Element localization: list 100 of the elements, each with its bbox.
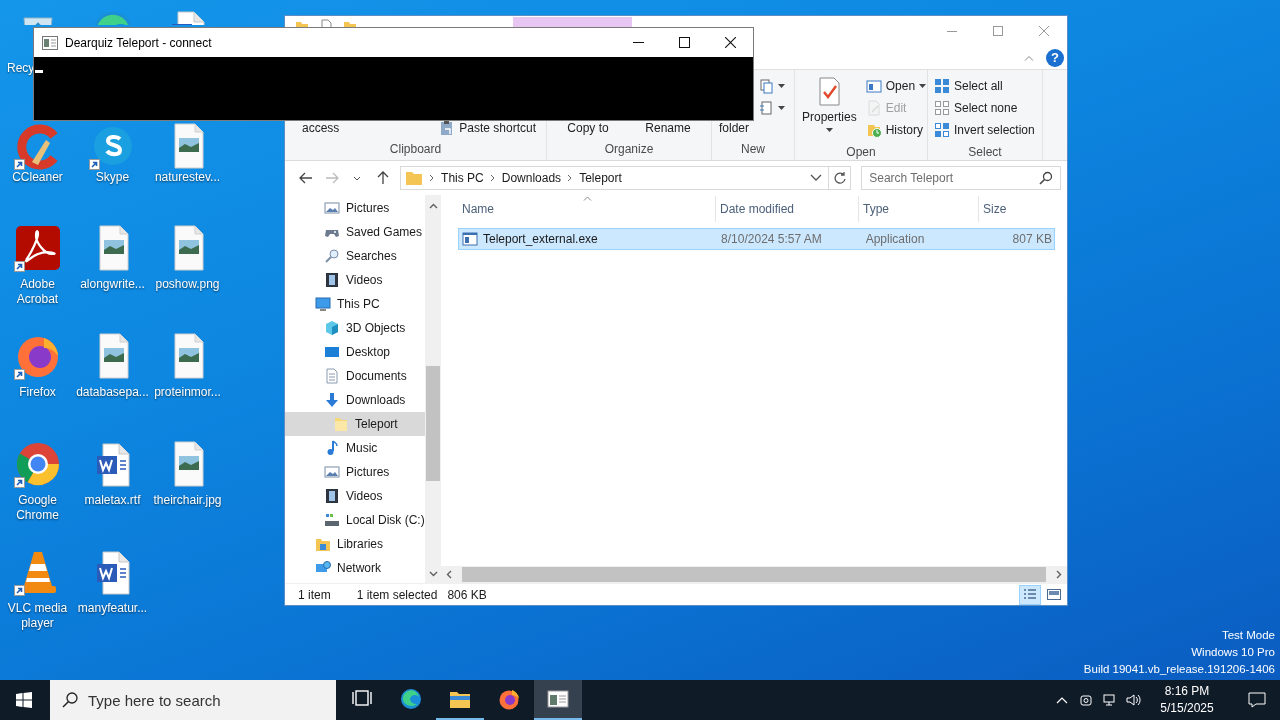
help-button[interactable]: ? [1046, 48, 1064, 67]
view-toggle[interactable] [1019, 584, 1041, 605]
close-icon [1039, 25, 1049, 36]
column-header[interactable]: Date modified [716, 196, 859, 222]
page-icon [758, 100, 775, 116]
nav-item[interactable]: 3D Objects [285, 316, 425, 340]
speech-bubble-icon [1248, 692, 1266, 708]
desktop-icon-label[interactable]: proteinmor... [150, 385, 225, 400]
close-icon [724, 37, 736, 48]
dropdown-chevron-icon[interactable] [810, 174, 823, 182]
refresh-icon [832, 171, 847, 185]
selection-size: 806 KB [447, 587, 487, 602]
pages-icon [758, 78, 775, 94]
scroll-left-icon[interactable] [446, 570, 452, 579]
down-arrow-icon [324, 392, 340, 408]
application-icon [462, 231, 478, 247]
scrollbar-thumb[interactable] [426, 366, 440, 481]
ribbon-group-label: New [740, 142, 766, 158]
taskbar-app-button[interactable] [534, 680, 582, 720]
breadcrumb[interactable]: Teleport [579, 171, 622, 185]
column-header[interactable]: Size [979, 196, 1055, 222]
desktop-icon-label[interactable]: maletax.rtf [75, 493, 150, 508]
scroll-down-icon[interactable] [428, 571, 438, 577]
ribbon-button[interactable]: Properties [799, 75, 860, 141]
window-title: Dearquiz Teleport - connect [65, 35, 212, 50]
desktop-icon-label[interactable]: databasepa... [75, 385, 150, 400]
grid-icon [934, 100, 950, 116]
chevron-right-icon [489, 174, 496, 182]
desktop-icon-label[interactable]: Adobe Acrobat [0, 277, 75, 307]
nav-item[interactable]: Libraries [285, 532, 425, 556]
console-icon [547, 688, 569, 710]
table-cell: Application [865, 232, 925, 246]
ribbon-button[interactable]: Copy to [564, 122, 612, 135]
ribbon-button[interactable]: Select none [932, 97, 1037, 119]
desktop-icon-label[interactable]: theirchair.jpg [150, 493, 225, 508]
nav-item[interactable]: Desktop [285, 340, 425, 364]
back-arrow-icon [297, 170, 314, 186]
table-cell: 8/10/2024 5:57 AM [721, 232, 822, 246]
nav-item[interactable]: Videos [285, 484, 425, 508]
search-icon [324, 248, 340, 264]
library-icon [315, 536, 331, 552]
nav-item[interactable]: Searches [285, 244, 425, 268]
table-cell: 807 KB [1012, 232, 1052, 246]
camera-icon [1078, 692, 1094, 708]
address-bar[interactable]: This PC Downloads Teleport [400, 166, 852, 190]
film-icon [324, 488, 340, 504]
clock-icon [865, 122, 882, 138]
taskbar-search-field[interactable]: Type here to search [50, 680, 336, 720]
scrollbar[interactable] [441, 566, 1067, 583]
maximize-icon [993, 25, 1003, 36]
nav-item[interactable]: This PC [285, 292, 425, 316]
file-row[interactable]: Teleport_external.exe 8/10/2024 5:57 AM Application 807 KB [458, 228, 1055, 250]
scrollbar-thumb[interactable] [462, 567, 1046, 582]
nav-item[interactable]: Teleport [285, 412, 425, 436]
desktop-icon-label[interactable]: alongwrite... [75, 277, 150, 292]
scroll-up-icon[interactable] [428, 203, 438, 209]
desktop-icon-label[interactable]: manyfeatur... [75, 601, 150, 616]
acrobat-icon[interactable] [13, 224, 62, 272]
speaker-icon [1126, 692, 1142, 708]
desktop-icon-label[interactable]: VLC media player [0, 601, 75, 631]
desktop-icon-label[interactable]: poshow.png [150, 277, 225, 292]
nav-item[interactable]: Downloads [285, 388, 425, 412]
ribbon-button[interactable]: folder [716, 122, 753, 135]
nav-item[interactable]: Network [285, 556, 425, 580]
page-icon [865, 100, 882, 116]
breadcrumb[interactable]: This PC [441, 171, 484, 185]
window-icon [865, 78, 882, 94]
nav-item[interactable]: Local Disk (C:) [285, 508, 425, 532]
column-header[interactable]: Type [859, 196, 979, 222]
scroll-right-icon[interactable] [1056, 570, 1062, 579]
grid-icon [934, 122, 950, 138]
clock[interactable]: 8:16 PM 5/15/2025 [1146, 680, 1228, 720]
nav-item[interactable]: Videos [285, 268, 425, 292]
ribbon-group-label: Select [967, 145, 1003, 160]
system-watermark-text: Test Mode [1220, 628, 1275, 643]
cube-icon [324, 320, 340, 336]
screen-icon [324, 344, 340, 360]
nav-item[interactable]: Documents [285, 364, 425, 388]
ribbon-button[interactable]: Rename [642, 122, 694, 135]
desktop-icon-label[interactable]: naturestev... [150, 170, 225, 185]
maximize-icon [678, 37, 690, 48]
desktop-icon-label[interactable]: Google Chrome [0, 493, 75, 523]
breadcrumb[interactable]: Downloads [501, 171, 562, 185]
desktop-icon-label[interactable]: Firefox [0, 385, 75, 400]
nav-item[interactable]: Pictures [285, 196, 425, 220]
nav-item[interactable]: Music [285, 436, 425, 460]
column-header[interactable]: Name [458, 196, 716, 222]
ribbon-button[interactable]: access [299, 122, 343, 135]
ribbon-button[interactable]: Invert selection [932, 119, 1037, 141]
ribbon-button[interactable]: Select all [932, 75, 1037, 97]
nav-item[interactable]: Saved Games [285, 220, 425, 244]
scrollbar[interactable] [425, 195, 441, 583]
nav-item[interactable]: Pictures [285, 460, 425, 484]
ribbon-button[interactable]: History [863, 119, 929, 141]
search-field[interactable]: Search Teleport [861, 166, 1061, 190]
folder-icon [405, 169, 424, 187]
monitor-icon [315, 296, 331, 312]
ribbon-group-label: Open [845, 145, 877, 160]
ribbon-button[interactable]: Open [863, 75, 929, 97]
search-icon [1039, 171, 1053, 185]
